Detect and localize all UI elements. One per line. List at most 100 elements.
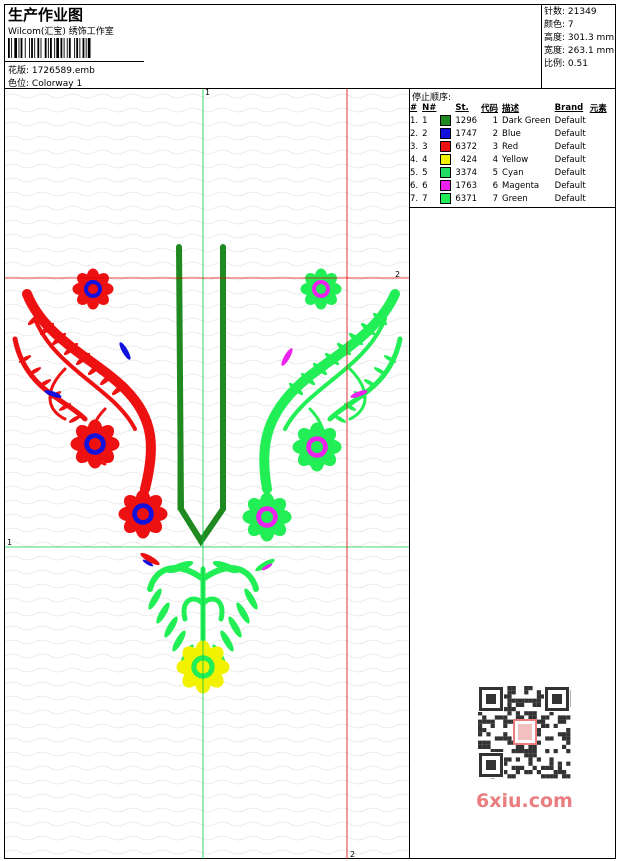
barcode: [8, 38, 91, 58]
cell-brand: Default: [554, 141, 586, 152]
cell-code: 7: [492, 193, 499, 204]
cell-brand: Default: [554, 193, 586, 204]
cell-swatch: [439, 192, 454, 205]
cell-code: 3: [492, 141, 499, 152]
cell-number: 5: [422, 167, 428, 178]
embroidery-canvas: 1 1 2 2: [5, 89, 409, 859]
col-index: #: [410, 103, 418, 113]
cell-stitches: 1296: [455, 115, 478, 126]
table-row: 4. 4 424 4 Yellow Default: [409, 153, 610, 166]
cell-description: Yellow: [502, 154, 529, 165]
stat-stitches: 针数: 21349: [544, 7, 597, 17]
cell-element: [589, 179, 610, 192]
cell-stitches: 3374: [455, 167, 478, 178]
table-row: 7. 7 6371 7 Green Default: [409, 192, 610, 205]
stat-scale: 比例: 0.51: [544, 59, 588, 69]
cell-stitches: 6371: [455, 193, 478, 204]
cell-swatch: [439, 127, 454, 140]
cell-element: [589, 140, 610, 153]
table-row: 2. 2 1747 2 Blue Default: [409, 127, 610, 140]
cell-stitches: 1747: [455, 128, 478, 139]
cell-element: [589, 166, 610, 179]
cell-index: 4.: [410, 154, 419, 165]
cell-number: 3: [422, 141, 428, 152]
table-row: 6. 6 1763 6 Magenta Default: [409, 179, 610, 192]
qr-center-logo-fill: [518, 724, 532, 740]
cell-number: 2: [422, 128, 428, 139]
barcode-underline: [4, 61, 144, 62]
cell-swatch: [439, 114, 454, 127]
cell-index: 1.: [410, 115, 419, 126]
studio-name: Wilcom(汇宝) 绣饰工作室: [8, 27, 114, 37]
design-line: 花版: 1726589.emb: [8, 63, 95, 76]
cell-element: [589, 192, 610, 205]
cell-swatch: [439, 179, 454, 192]
color-swatch: [440, 141, 452, 152]
color-sequence-table: # N# St. 代码 描述 Brand 元素 1. 1 1296 1 Dark Gre…: [409, 102, 610, 205]
col-brand: Brand: [554, 103, 584, 113]
cell-index: 6.: [410, 180, 419, 191]
table-row: 3. 3 6372 3 Red Default: [409, 140, 610, 153]
cell-stitches: 1763: [455, 180, 478, 191]
colorway-label: 色位:: [8, 79, 30, 89]
cell-description: Cyan: [502, 167, 524, 178]
right-top-flower: [300, 268, 342, 310]
cell-brand: Default: [554, 180, 586, 191]
colorway-value: Colorway 1: [31, 79, 83, 89]
left-low-flower: [118, 489, 168, 539]
guide-label-h2: 2: [395, 270, 400, 279]
design-label: 花版:: [8, 66, 30, 76]
color-swatch: [440, 115, 452, 126]
colorway-line: 色位: Colorway 1: [8, 76, 82, 89]
col-element: 元素: [589, 104, 607, 114]
stats-divider: [541, 4, 542, 88]
fabric-background: [5, 89, 409, 859]
cell-description: Green: [502, 193, 528, 204]
col-number: N#: [422, 103, 437, 113]
cell-number: 6: [422, 180, 428, 191]
guide-label-v2: 2: [350, 850, 355, 859]
color-swatch: [440, 193, 452, 204]
cell-brand: Default: [554, 167, 586, 178]
page-title: 生产作业图: [8, 6, 84, 24]
color-swatch: [440, 154, 452, 165]
left-top-flower: [72, 268, 114, 310]
table-header-row: # N# St. 代码 描述 Brand 元素: [409, 102, 610, 114]
cell-index: 2.: [410, 128, 419, 139]
table-row: 5. 5 3374 5 Cyan Default: [409, 166, 610, 179]
qr-code: [470, 682, 582, 784]
cell-element: [589, 127, 610, 140]
col-swatch: [439, 102, 454, 114]
cell-code: 6: [492, 180, 499, 191]
cell-description: Blue: [502, 128, 521, 139]
cell-brand: Default: [554, 128, 586, 139]
cell-stitches: 424: [460, 154, 478, 165]
cell-number: 1: [422, 115, 428, 126]
cell-description: Dark Green: [502, 115, 551, 126]
stat-colors: 颜色: 7: [544, 20, 574, 30]
design-file: 1726589.emb: [31, 66, 95, 76]
left-mid-flower: [70, 419, 120, 469]
cell-brand: Default: [554, 115, 586, 126]
stat-height: 高度: 301.3 mm: [544, 33, 615, 43]
table-row: 1. 1 1296 1 Dark Green Default: [409, 114, 610, 127]
cell-description: Red: [502, 141, 519, 152]
cell-description: Magenta: [502, 180, 540, 191]
color-swatch: [440, 128, 452, 139]
table-bottom-rule: [409, 207, 616, 208]
cell-code: 1: [492, 115, 499, 126]
stat-width: 宽度: 263.1 mm: [544, 46, 615, 56]
cell-stitches: 6372: [455, 141, 478, 152]
color-swatch: [440, 180, 452, 191]
cell-element: [589, 153, 610, 166]
cell-index: 3.: [410, 141, 419, 152]
design-stats: 针数: 21349 颜色: 7 高度: 301.3 mm 宽度: 263.1 m…: [544, 6, 614, 71]
right-mid-flower: [292, 422, 342, 472]
cell-swatch: [439, 140, 454, 153]
right-low-flower: [242, 492, 292, 542]
cell-number: 4: [422, 154, 428, 165]
guide-label-v1: 1: [205, 89, 210, 97]
col-description: 描述: [502, 104, 520, 114]
cell-brand: Default: [554, 154, 586, 165]
guide-label-h1: 1: [7, 538, 12, 547]
